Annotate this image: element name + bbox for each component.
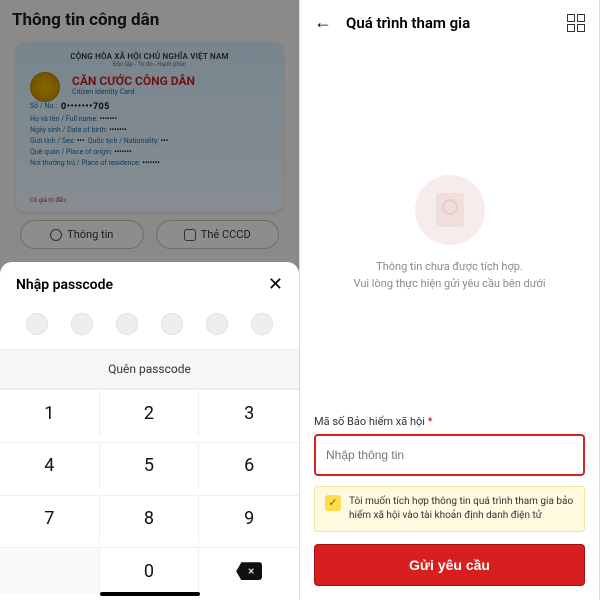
consent-box[interactable]: ✓ Tôi muốn tích hợp thông tin quá trình … bbox=[314, 486, 585, 532]
empty-illustration-icon bbox=[415, 175, 485, 245]
required-mark: * bbox=[428, 415, 433, 428]
checkbox-icon[interactable]: ✓ bbox=[325, 495, 341, 511]
submit-button[interactable]: Gửi yêu cầu bbox=[314, 544, 585, 586]
key-backspace[interactable] bbox=[199, 547, 299, 594]
key-8[interactable]: 8 bbox=[100, 495, 200, 542]
page-title: Quá trình tham gia bbox=[346, 14, 553, 32]
consent-text: Tôi muốn tích hợp thông tin quá trình th… bbox=[349, 495, 574, 523]
passcode-dot bbox=[161, 313, 183, 335]
key-6[interactable]: 6 bbox=[199, 442, 299, 489]
home-indicator bbox=[100, 592, 200, 596]
key-2[interactable]: 2 bbox=[100, 389, 200, 436]
key-0[interactable]: 0 bbox=[100, 547, 200, 594]
empty-line-1: Thông tin chưa được tích hợp. bbox=[330, 259, 569, 276]
key-9[interactable]: 9 bbox=[199, 495, 299, 542]
key-4[interactable]: 4 bbox=[0, 442, 100, 489]
backspace-icon bbox=[236, 562, 262, 580]
key-7[interactable]: 7 bbox=[0, 495, 100, 542]
passcode-dots bbox=[0, 307, 299, 349]
keypad: 1 2 3 4 5 6 7 8 9 0 bbox=[0, 389, 299, 600]
qr-icon[interactable] bbox=[567, 14, 585, 32]
key-3[interactable]: 3 bbox=[199, 389, 299, 436]
passcode-dot bbox=[26, 313, 48, 335]
forgot-passcode-button[interactable]: Quên passcode bbox=[0, 349, 299, 389]
empty-state: Thông tin chưa được tích hợp. Vui lòng t… bbox=[300, 175, 599, 292]
passcode-dot bbox=[116, 313, 138, 335]
key-blank bbox=[0, 547, 100, 594]
sheet-title: Nhập passcode bbox=[16, 277, 113, 293]
key-5[interactable]: 5 bbox=[100, 442, 200, 489]
empty-line-2: Vui lòng thực hiện gửi yêu cầu bên dưới bbox=[330, 276, 569, 293]
key-1[interactable]: 1 bbox=[0, 389, 100, 436]
field-label: Mã số Bảo hiểm xã hội * bbox=[314, 415, 585, 428]
back-icon[interactable]: ← bbox=[314, 12, 332, 33]
close-icon[interactable]: ✕ bbox=[268, 274, 283, 295]
passcode-dot bbox=[71, 313, 93, 335]
passcode-sheet: Nhập passcode ✕ Quên passcode 1 2 3 4 5 … bbox=[0, 262, 299, 600]
insurance-number-field[interactable] bbox=[314, 434, 585, 476]
passcode-dot bbox=[206, 313, 228, 335]
passcode-dot bbox=[251, 313, 273, 335]
